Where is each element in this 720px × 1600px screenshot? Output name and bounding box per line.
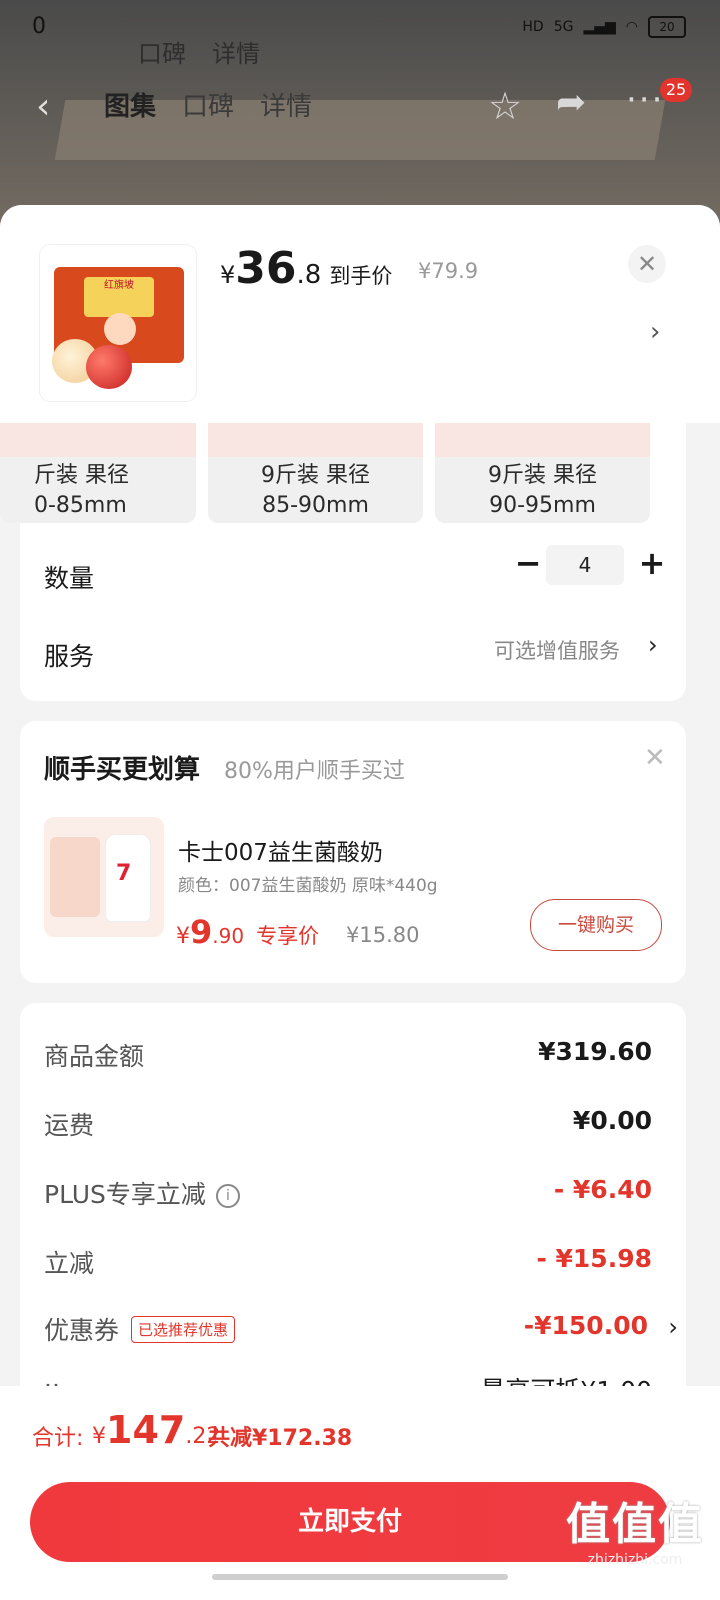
price-decimal: .90 <box>212 924 245 948</box>
summary-row-plus-discount: PLUS专享立减 i - ¥6.40 <box>44 1175 662 1215</box>
wifi-icon: ◠ <box>625 19 638 35</box>
original-price: ¥79.9 <box>418 259 479 283</box>
yogurt-logo: 7 <box>116 861 132 886</box>
total-integer: 147 <box>106 1408 186 1452</box>
product-top-nav: ‹ 图集 口碑 详情 ☆ ➦ ··· <box>0 80 720 136</box>
tab-details[interactable]: 详情 <box>260 86 312 123</box>
summary-row-shipping: 运费 ¥0.00 <box>44 1106 662 1146</box>
summary-value: ¥319.60 <box>538 1037 652 1066</box>
yogurt-promo-panel <box>50 837 100 917</box>
back-icon[interactable]: ‹ <box>36 86 50 127</box>
addon-subtitle: 80%用户顺手买过 <box>224 759 405 784</box>
summary-row-instant-discount: 立减 - ¥15.98 <box>44 1244 662 1284</box>
sheet-header: 红旗坡 ¥36.8 到手价 ¥79.9 ✕ › <box>0 205 720 423</box>
increase-button[interactable]: + <box>634 543 670 587</box>
one-click-buy-button[interactable]: 一键购买 <box>530 899 662 951</box>
watermark-url: zhizhizhi.com <box>587 1552 683 1568</box>
price-integer: 36 <box>235 243 297 294</box>
summary-label: 商品金额 <box>44 1042 145 1071</box>
addon-original-price: ¥15.80 <box>346 923 420 947</box>
spec-option-weight: 9斤装 果径 <box>488 463 597 488</box>
message-count-badge: 25 <box>660 78 692 102</box>
spec-quantity-card: 斤装 果径 0-85mm 9斤装 果径 85-90mm 9斤装 果径 90-95… <box>0 405 686 701</box>
spec-option-size: 90-95mm <box>489 493 596 518</box>
status-icons: HD 5G ▂▄▆ ◠ 20 <box>522 16 686 38</box>
summary-row-coupon[interactable]: 优惠券 已选推荐优惠 -¥150.00 › <box>44 1311 678 1351</box>
close-icon[interactable]: ✕ <box>644 743 666 773</box>
addon-product-variant: 颜色：007益生菌酸奶 原味*440g <box>178 876 438 896</box>
coupon-selected-tag: 已选推荐优惠 <box>131 1316 236 1343</box>
tab-reviews[interactable]: 口碑 <box>182 86 234 123</box>
product-thumbnail[interactable]: 红旗坡 <box>40 245 196 401</box>
addon-price: ¥9.90 专享价 <box>176 913 319 951</box>
battery-icon: 20 <box>648 16 686 38</box>
quantity-label: 数量 <box>44 564 95 593</box>
home-indicator[interactable] <box>212 1574 508 1580</box>
share-icon[interactable]: ➦ <box>556 82 586 123</box>
ghost-tabs: 口碑 详情 <box>138 34 260 69</box>
more-icon[interactable]: ··· <box>626 80 664 120</box>
addon-card: 顺手买更划算 80%用户顺手买过 ✕ 7 卡士007益生菌酸奶 颜色：007益生… <box>20 721 686 983</box>
addon-product-image[interactable]: 7 <box>44 817 164 937</box>
signal-icon: ▂▄▆ <box>583 19 616 35</box>
info-icon[interactable]: i <box>215 1184 240 1208</box>
summary-row-goods-amount: 商品金额 ¥319.60 <box>44 1037 662 1077</box>
total-currency: ¥ <box>92 1424 106 1449</box>
box-brand-label: 红旗坡 <box>84 277 154 317</box>
spec-option-weight: 9斤装 果径 <box>261 463 370 488</box>
price-decimal: .8 <box>296 260 322 290</box>
exclusive-price-tag: 专享价 <box>256 924 320 948</box>
summary-label: 运费 <box>44 1111 95 1140</box>
addon-product-name[interactable]: 卡士007益生菌酸奶 <box>178 833 383 867</box>
service-label: 服务 <box>44 642 95 671</box>
final-price: ¥36.8 到手价 <box>220 243 392 294</box>
total-saved: 共减¥172.38 <box>208 1426 353 1451</box>
chevron-right-icon[interactable]: › <box>668 1313 678 1341</box>
summary-value: - ¥15.98 <box>536 1244 652 1273</box>
price-label: 到手价 <box>329 264 393 288</box>
ghost-tab: 详情 <box>212 40 260 68</box>
summary-value: - ¥6.40 <box>553 1175 652 1204</box>
quantity-stepper: − 4 + <box>510 543 680 587</box>
network-icon: 5G <box>553 19 574 35</box>
ghost-tab: 口碑 <box>138 40 186 68</box>
watermark-logo: 值值值 <box>566 1499 704 1550</box>
spec-option-size: 0-85mm <box>34 493 127 518</box>
mascot-image <box>104 313 136 345</box>
spec-option-weight: 斤装 果径 <box>34 463 129 488</box>
hd-icon: HD <box>522 19 544 35</box>
spec-option-size: 85-90mm <box>262 493 369 518</box>
service-hint[interactable]: 可选增值服务 <box>494 635 620 665</box>
summary-label: 立减 <box>44 1249 95 1278</box>
chevron-right-icon[interactable]: › <box>650 317 660 347</box>
tab-gallery[interactable]: 图集 <box>104 86 156 123</box>
summary-value: ¥0.00 <box>572 1106 652 1135</box>
price-currency: ¥ <box>176 924 190 949</box>
close-sheet-button[interactable]: ✕ <box>628 245 666 283</box>
summary-value: -¥150.00 <box>523 1311 648 1340</box>
summary-label: PLUS专享立减 <box>44 1180 206 1209</box>
price-integer: 9 <box>190 913 213 951</box>
quantity-input[interactable]: 4 <box>546 545 624 585</box>
price-currency: ¥ <box>220 261 236 289</box>
total-label: 合计: <box>32 1426 84 1451</box>
favorite-star-icon[interactable]: ☆ <box>488 84 522 128</box>
apple-image <box>86 345 132 389</box>
total-amount: ¥147.22 <box>92 1408 220 1452</box>
decrease-button[interactable]: − <box>510 543 546 587</box>
status-bar: 0 HD 5G ▂▄▆ ◠ 20 <box>0 0 720 60</box>
summary-label: 优惠券 <box>44 1316 120 1345</box>
status-time: 0 <box>32 14 46 39</box>
site-watermark: 值值值 zhizhizhi.com <box>560 1488 710 1588</box>
addon-title: 顺手买更划算 <box>44 755 201 785</box>
price-summary-card: 商品金额 ¥319.60 运费 ¥0.00 PLUS专享立减 i - ¥6.40 … <box>20 1003 686 1423</box>
chevron-right-icon[interactable]: › <box>648 631 658 659</box>
